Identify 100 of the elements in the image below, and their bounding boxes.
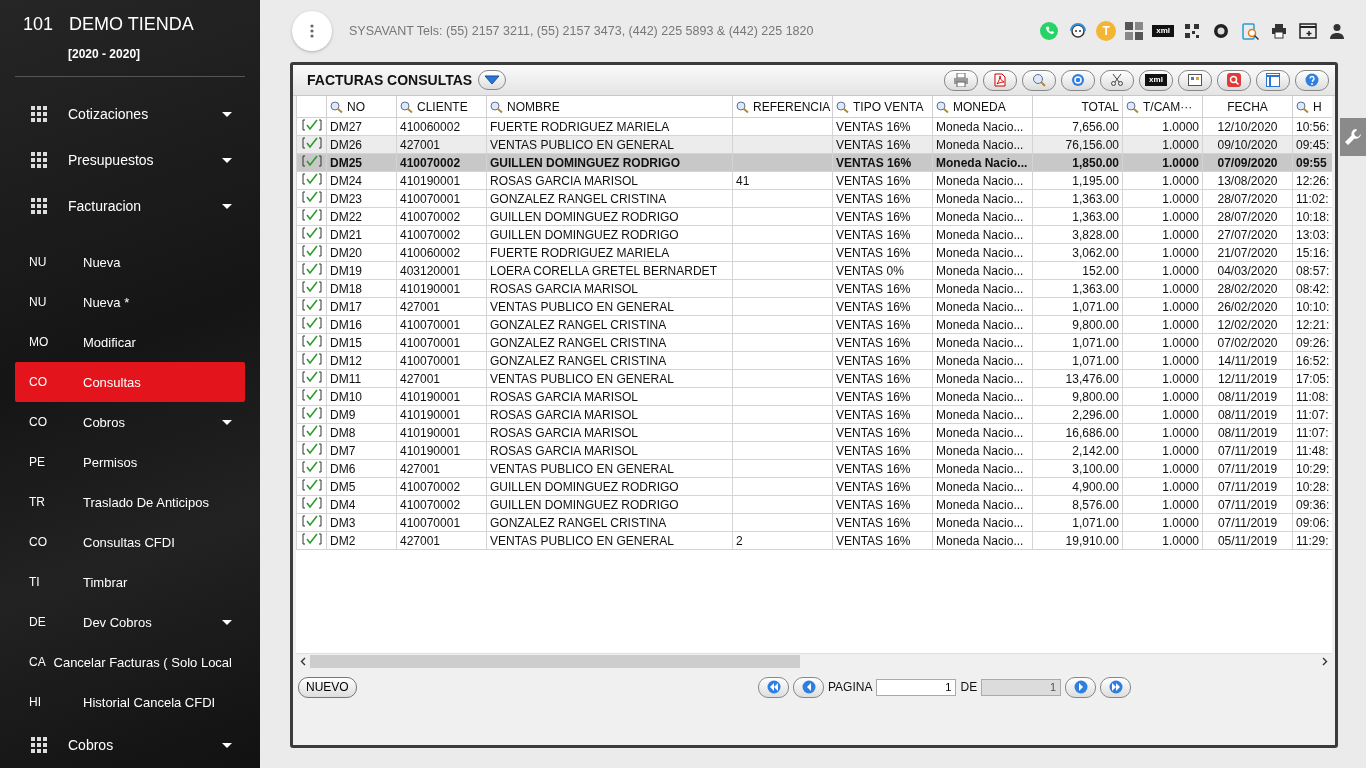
table-cell: 4,900.00	[1032, 477, 1123, 496]
table-cell: 1,363.00	[1032, 279, 1123, 298]
column-header[interactable]: TIPO VENTA	[832, 96, 933, 118]
checkbox[interactable]	[301, 191, 322, 203]
table-cell: 1.0000	[1122, 117, 1203, 136]
menu-item[interactable]: HI Historial Cancela CFDI	[15, 682, 245, 722]
scroll-left-icon[interactable]	[300, 656, 306, 666]
column-header[interactable]: CLIENTE	[396, 96, 487, 118]
checkbox[interactable]	[301, 245, 322, 257]
qr-code-icon	[1185, 24, 1199, 38]
table-cell: Moneda Nacio...	[932, 495, 1033, 514]
menu-item[interactable]: PE Permisos	[15, 442, 245, 482]
checkbox[interactable]	[301, 227, 322, 239]
new-button[interactable]: NUEVO	[298, 676, 357, 698]
checkbox[interactable]	[301, 443, 322, 455]
table-cell: GUILLEN DOMINGUEZ RODRIGO	[486, 225, 733, 244]
table-cell: 427001	[396, 297, 487, 316]
table-cell: Moneda Nacio...	[932, 441, 1033, 460]
scroll-right-icon[interactable]	[1322, 656, 1328, 666]
table-cell: VENTAS PUBLICO EN GENERAL	[486, 531, 733, 550]
table-cell: DM3	[326, 513, 397, 532]
page-input[interactable]: 1	[876, 678, 957, 696]
column-header[interactable]: REFERENCIA	[732, 96, 833, 118]
checkbox[interactable]	[301, 263, 322, 275]
column-header[interactable]: TOTAL	[1032, 96, 1123, 118]
menu-item[interactable]: CO Cobros	[15, 402, 245, 442]
column-header[interactable]: T/CAM···	[1122, 96, 1203, 118]
cut-button[interactable]	[1100, 69, 1134, 91]
checkbox[interactable]	[301, 281, 322, 293]
checkbox[interactable]	[301, 353, 322, 365]
table-cell: 1.0000	[1122, 531, 1203, 550]
menu-item[interactable]: NU Nueva	[15, 242, 245, 282]
column-header[interactable]: H	[1292, 96, 1332, 118]
find-button[interactable]	[1217, 69, 1251, 91]
checkbox[interactable]	[301, 461, 322, 473]
window-icon	[1266, 73, 1280, 87]
checkbox[interactable]	[301, 533, 322, 545]
chat-button[interactable]	[1038, 20, 1061, 42]
menu-item[interactable]: NU Nueva *	[15, 282, 245, 322]
menu-item[interactable]: DE Dev Cobros	[15, 602, 245, 642]
checkbox[interactable]	[301, 155, 322, 167]
last-page-button[interactable]	[1100, 676, 1132, 698]
table-cell: 41	[732, 171, 833, 190]
checkbox[interactable]	[301, 389, 322, 401]
checkbox[interactable]	[301, 299, 322, 311]
checkbox[interactable]	[301, 317, 322, 329]
table-cell: 410190001	[396, 441, 487, 460]
report-button[interactable]	[1239, 20, 1261, 42]
menu-item[interactable]: TR Traslado De Anticipos	[15, 482, 245, 522]
table-cell: 1.0000	[1122, 297, 1203, 316]
table-cell: DM27	[326, 117, 397, 136]
column-header[interactable]: NO	[326, 96, 397, 118]
refresh-icon	[1071, 73, 1085, 87]
settings-tab[interactable]	[1340, 118, 1366, 156]
checkbox[interactable]	[301, 497, 322, 509]
checkbox[interactable]	[301, 173, 322, 185]
menu-item[interactable]: MO Modificar	[15, 322, 245, 362]
dashboard-button[interactable]	[1123, 20, 1146, 42]
checkbox[interactable]	[301, 425, 322, 437]
new-window-button[interactable]	[1297, 20, 1319, 42]
menu-item[interactable]: CA Cancelar Facturas ( Solo Local	[15, 642, 245, 682]
column-header[interactable]: FECHA	[1202, 96, 1293, 118]
table-cell: ROSAS GARCIA MARISOL	[486, 279, 733, 298]
menu-item[interactable]: CO Consultas	[15, 362, 245, 402]
checkbox[interactable]	[301, 119, 322, 131]
previous-page-button[interactable]	[793, 676, 824, 698]
menu-section[interactable]: Cotizaciones	[0, 91, 260, 137]
menu-section[interactable]: Cobros	[0, 722, 260, 768]
checkbox[interactable]	[301, 209, 322, 221]
checkbox[interactable]	[301, 371, 322, 383]
options-dropdown[interactable]	[478, 70, 507, 90]
refresh-button[interactable]	[1061, 69, 1095, 91]
table-cell: VENTAS 16%	[832, 387, 933, 406]
search-button[interactable]	[1022, 69, 1056, 91]
xml-button[interactable]: xml	[1152, 25, 1174, 37]
checkbox[interactable]	[301, 335, 322, 347]
menu-section[interactable]: Presupuestos	[0, 137, 260, 183]
tiles-icon	[1124, 21, 1145, 41]
menu-section[interactable]: Facturacion	[0, 183, 260, 229]
column-header[interactable]: NOMBRE	[486, 96, 733, 118]
scrollbar-thumb[interactable]	[310, 655, 800, 668]
search-icon	[1032, 73, 1046, 87]
checkbox[interactable]	[301, 515, 322, 527]
xml-button[interactable]: xml	[1139, 69, 1173, 91]
help-button[interactable]	[1295, 69, 1329, 91]
checkbox[interactable]	[301, 407, 322, 419]
first-page-button[interactable]	[758, 676, 789, 698]
headset-icon	[1068, 21, 1089, 41]
menu-item[interactable]: TI Timbrar	[15, 562, 245, 602]
table-cell: GUILLEN DOMINGUEZ RODRIGO	[486, 207, 733, 226]
menu-item[interactable]: CO Consultas CFDI	[15, 522, 245, 562]
table-cell: VENTAS 16%	[832, 171, 933, 190]
checkbox[interactable]	[301, 137, 322, 149]
checkbox[interactable]	[301, 479, 322, 491]
column-header[interactable]: MONEDA	[932, 96, 1033, 118]
columns-button[interactable]	[1178, 69, 1212, 91]
window-button[interactable]	[1256, 69, 1290, 91]
table-cell: 16,686.00	[1032, 423, 1123, 442]
pdf-button[interactable]	[983, 69, 1017, 91]
next-page-button[interactable]	[1065, 676, 1097, 698]
